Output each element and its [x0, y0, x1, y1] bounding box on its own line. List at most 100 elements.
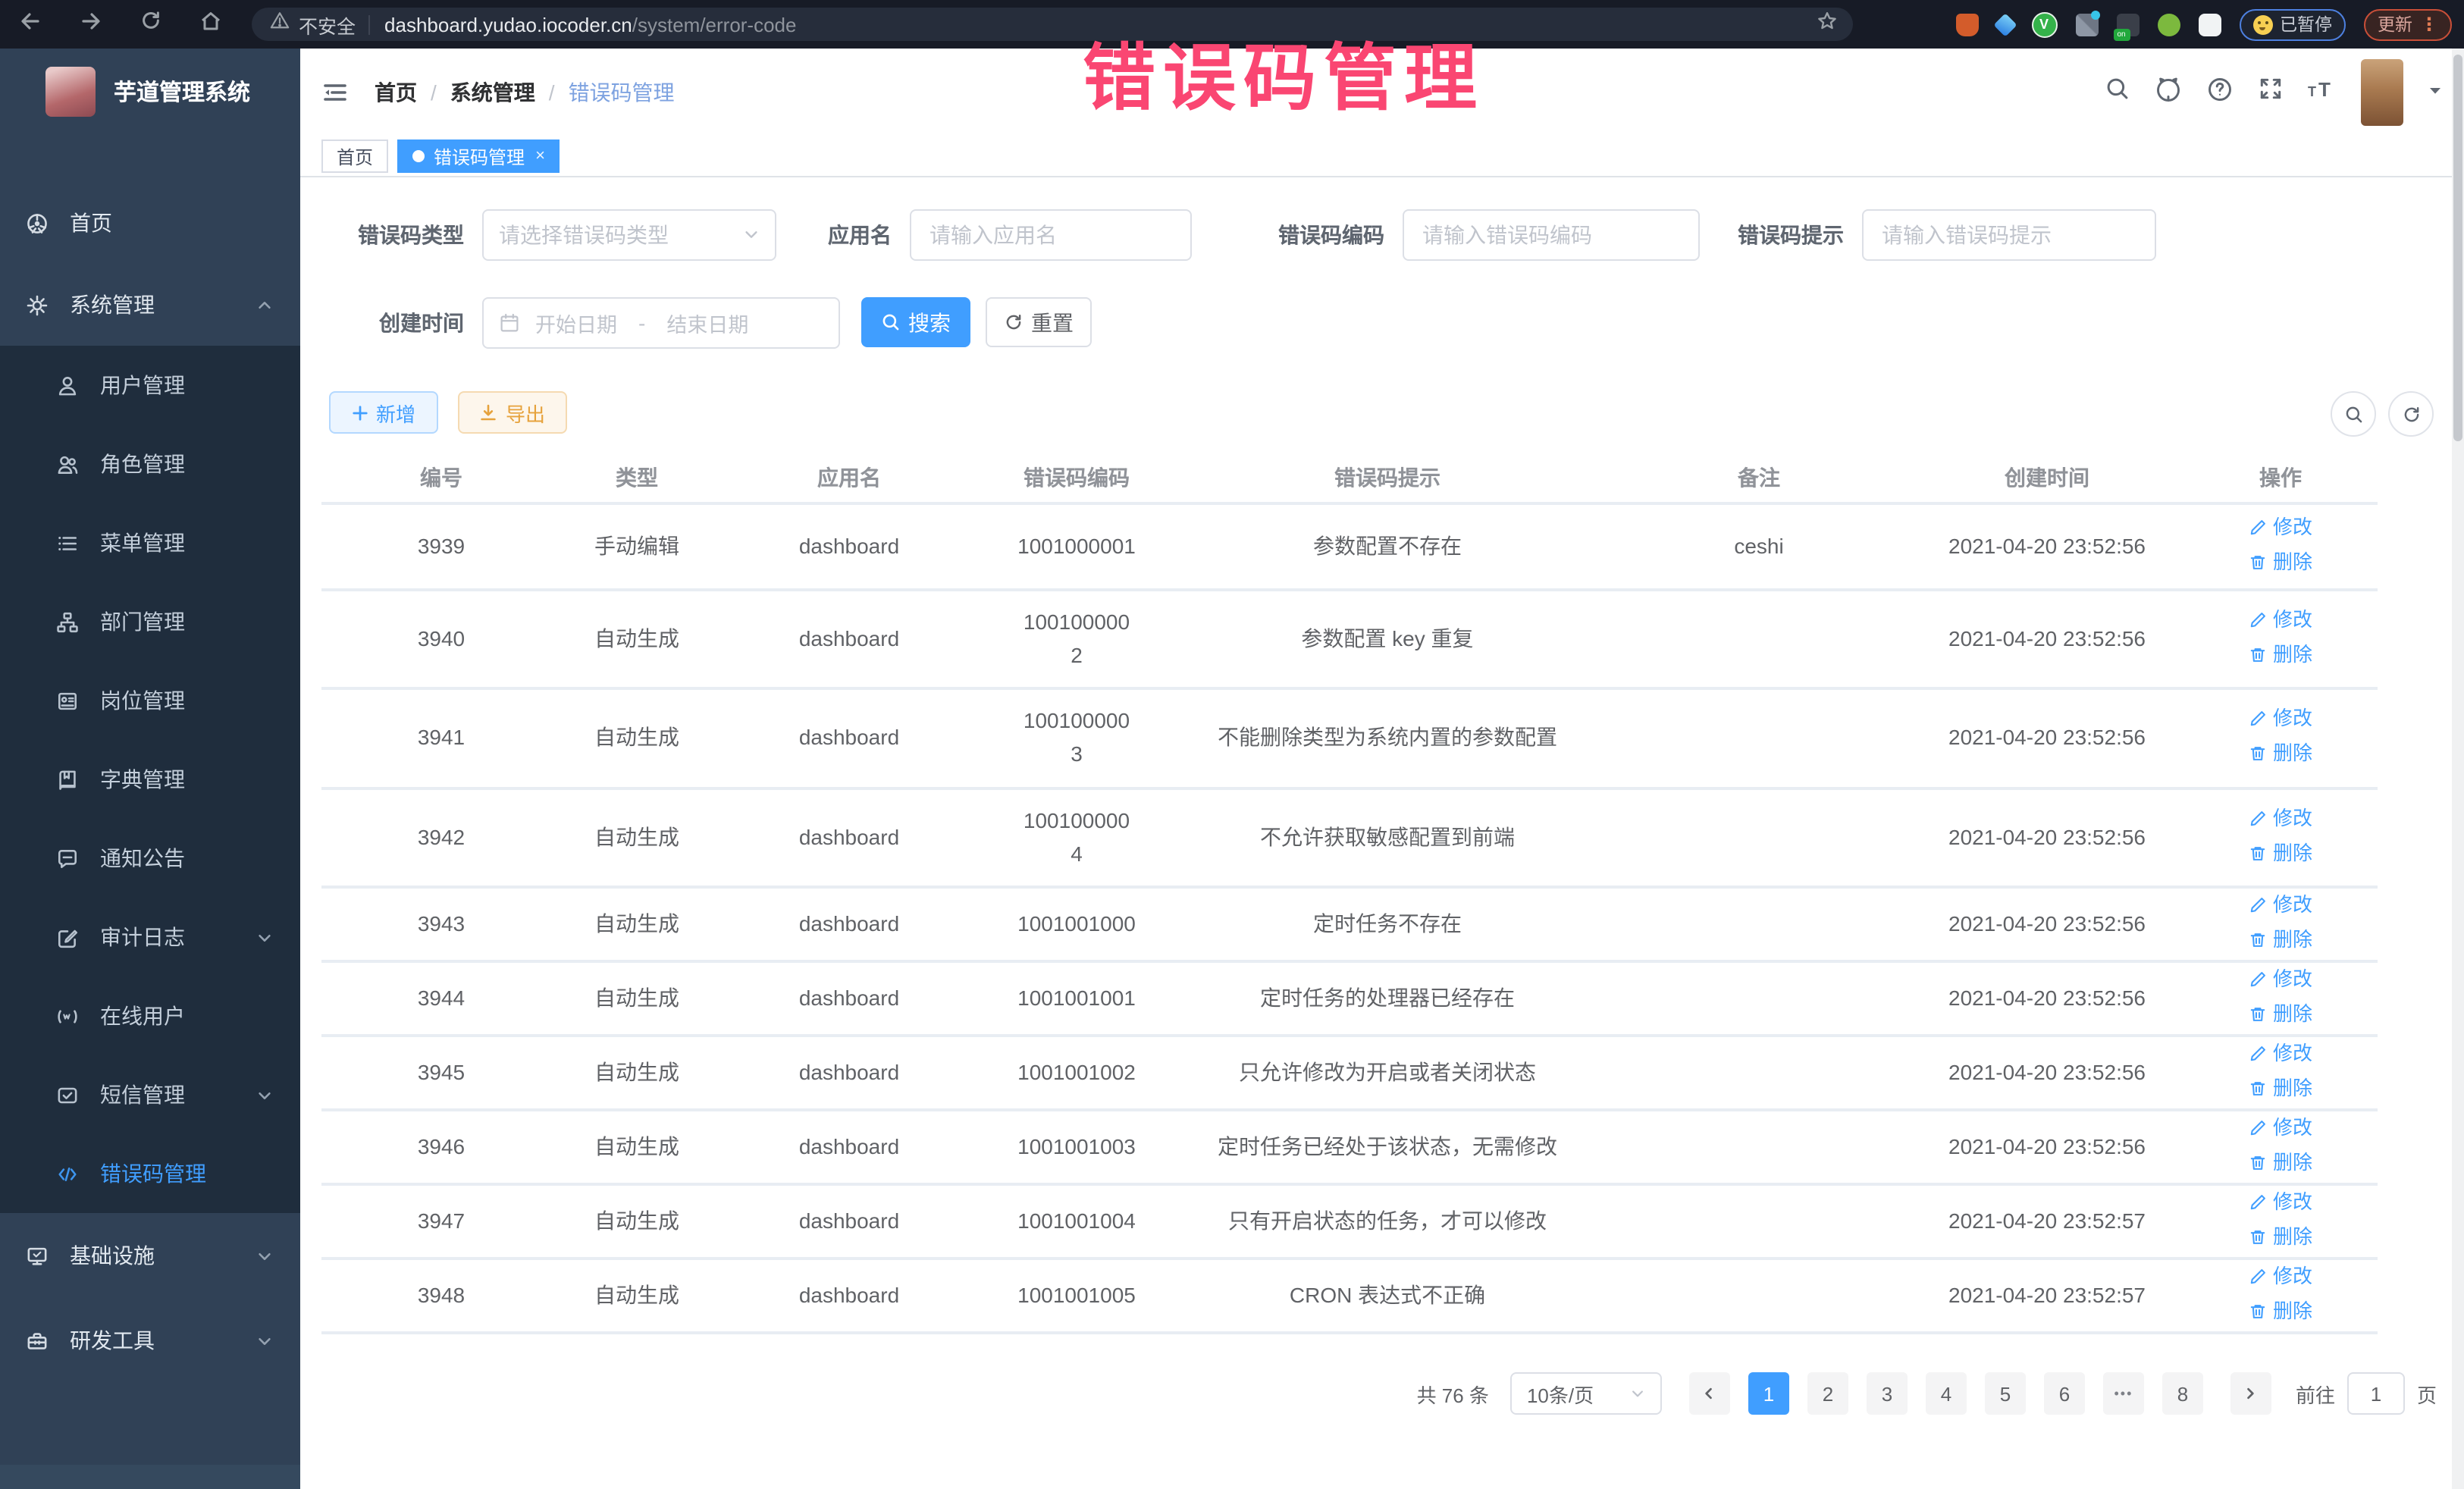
table-row[interactable]: 3948自动生成dashboard1001001005CRON 表达式不正确20… [321, 1259, 2378, 1333]
sidebar-item-5[interactable]: 部门管理 [0, 582, 300, 661]
extension-ublock-icon[interactable] [1955, 13, 1978, 36]
page-size-select[interactable]: 10条/页 [1510, 1372, 1662, 1415]
show-search-button[interactable] [2331, 391, 2376, 437]
fullscreen-icon[interactable] [2258, 76, 2284, 109]
security-label[interactable]: 不安全 [299, 10, 356, 39]
sidebar-item-13[interactable]: 基础设施 [0, 1213, 300, 1298]
bookmark-star-icon[interactable] [1817, 10, 1838, 39]
search-icon[interactable] [2105, 76, 2130, 109]
page-button-2[interactable]: 2 [1807, 1372, 1848, 1415]
edit-link[interactable]: 修改 [2249, 704, 2312, 735]
extension-gem-icon[interactable] [1992, 12, 2016, 36]
tab-error-code[interactable]: 错误码管理× [397, 139, 560, 173]
delete-link[interactable]: 删除 [2249, 1147, 2312, 1177]
sidebar-item-12[interactable]: 错误码管理 [0, 1134, 300, 1213]
cell-time: 2021-04-20 23:52:56 [1911, 961, 2183, 1036]
table-row[interactable]: 3940自动生成dashboard1001000002参数配置 key 重复20… [321, 590, 2378, 688]
close-tab-icon[interactable]: × [535, 147, 545, 165]
sidebar-item-14[interactable]: 研发工具 [0, 1298, 300, 1383]
forward-icon[interactable] [79, 8, 103, 40]
sidebar-item-8[interactable]: 通知公告 [0, 819, 300, 898]
profile-paused-badge[interactable]: 已暂停 [2239, 8, 2346, 40]
table-row[interactable]: 3941自动生成dashboard1001000003不能删除类型为系统内置的参… [321, 688, 2378, 788]
url-bar[interactable]: 不安全 dashboard.yudao.iocoder.cn/system/er… [252, 8, 1853, 41]
back-icon[interactable] [18, 8, 42, 40]
next-page-button[interactable] [2230, 1372, 2271, 1415]
search-button[interactable]: 搜索 [861, 297, 970, 347]
edit-link[interactable]: 修改 [2249, 1039, 2312, 1069]
add-button[interactable]: 新增 [329, 391, 438, 434]
delete-link[interactable]: 删除 [2249, 639, 2312, 669]
delete-link[interactable]: 删除 [2249, 738, 2312, 769]
more-pages-button[interactable]: ••• [2103, 1372, 2144, 1415]
delete-link[interactable]: 删除 [2249, 838, 2312, 868]
github-icon[interactable] [2155, 75, 2182, 110]
delete-link[interactable]: 删除 [2249, 1073, 2312, 1103]
page-button-6[interactable]: 6 [2044, 1372, 2085, 1415]
collapse-menu-icon[interactable] [321, 79, 349, 114]
page-scrollbar[interactable] [2452, 49, 2464, 1489]
sidebar-item-3[interactable]: 角色管理 [0, 425, 300, 503]
help-icon[interactable] [2206, 75, 2234, 110]
browser-menu-icon[interactable]: ⋮ [2420, 14, 2438, 35]
edit-link[interactable]: 修改 [2249, 964, 2312, 995]
extension-onoff-icon[interactable]: on [2116, 13, 2139, 36]
font-size-icon[interactable]: TT [2308, 76, 2337, 109]
edit-link[interactable]: 修改 [2249, 1262, 2312, 1292]
delete-link[interactable]: 删除 [2249, 547, 2312, 577]
edit-link[interactable]: 修改 [2249, 890, 2312, 920]
extension-person-icon[interactable] [2157, 13, 2180, 36]
page-button-3[interactable]: 3 [1867, 1372, 1908, 1415]
sidebar-item-1[interactable]: 系统管理 [0, 264, 300, 346]
page-button-4[interactable]: 4 [1926, 1372, 1967, 1415]
table-row[interactable]: 3939手动编辑dashboard1001000001参数配置不存在ceshi2… [321, 503, 2378, 590]
delete-link[interactable]: 删除 [2249, 1221, 2312, 1252]
edit-link[interactable]: 修改 [2249, 804, 2312, 834]
table-row[interactable]: 3943自动生成dashboard1001001000定时任务不存在2021-0… [321, 887, 2378, 961]
table-row[interactable]: 3946自动生成dashboard1001001003定时任务已经处于该状态，无… [321, 1110, 2378, 1184]
table-row[interactable]: 3945自动生成dashboard1001001002只允许修改为开启或者关闭状… [321, 1036, 2378, 1110]
date-range-picker[interactable]: 开始日期 - 结束日期 [482, 297, 840, 349]
scrollbar-thumb[interactable] [2453, 55, 2462, 441]
table-row[interactable]: 3942自动生成dashboard1001000004不允许获取敏感配置到前端2… [321, 788, 2378, 887]
extension-grid-icon[interactable] [2075, 13, 2098, 36]
extension-puzzle-icon[interactable] [2198, 13, 2221, 36]
sidebar-item-7[interactable]: 字典管理 [0, 740, 300, 819]
delete-link[interactable]: 删除 [2249, 924, 2312, 955]
page-button-5[interactable]: 5 [1985, 1372, 2026, 1415]
sidebar-item-6[interactable]: 岗位管理 [0, 661, 300, 740]
prev-page-button[interactable] [1689, 1372, 1730, 1415]
refresh-button[interactable] [2388, 391, 2434, 437]
sidebar-item-0[interactable]: 首页 [0, 182, 300, 264]
export-button[interactable]: 导出 [458, 391, 567, 434]
delete-link[interactable]: 删除 [2249, 1296, 2312, 1326]
sidebar-item-11[interactable]: 短信管理 [0, 1055, 300, 1134]
user-avatar[interactable] [2361, 59, 2403, 126]
delete-link[interactable]: 删除 [2249, 998, 2312, 1029]
sidebar-item-10[interactable]: 在线用户 [0, 976, 300, 1055]
app-logo[interactable]: 芋道管理系统 [0, 49, 300, 133]
edit-link[interactable]: 修改 [2249, 1113, 2312, 1143]
table-row[interactable]: 3944自动生成dashboard1001001001定时任务的处理器已经存在2… [321, 961, 2378, 1036]
breadcrumb-home[interactable]: 首页 [375, 77, 417, 108]
extension-v-icon[interactable]: V [2031, 11, 2057, 37]
sidebar-item-9[interactable]: 审计日志 [0, 898, 300, 976]
sidebar-item-2[interactable]: 用户管理 [0, 346, 300, 425]
app-name-input[interactable] [910, 209, 1192, 261]
reload-icon[interactable] [140, 9, 162, 39]
browser-update-button[interactable]: 更新⋮ [2364, 8, 2452, 40]
reset-button[interactable]: 重置 [986, 297, 1092, 347]
edit-link[interactable]: 修改 [2249, 605, 2312, 635]
edit-link[interactable]: 修改 [2249, 513, 2312, 543]
error-message-input[interactable] [1862, 209, 2156, 261]
sidebar-item-4[interactable]: 菜单管理 [0, 503, 300, 582]
home-icon[interactable] [199, 8, 223, 40]
page-button-8[interactable]: 8 [2162, 1372, 2203, 1415]
tab-home[interactable]: 首页 [321, 139, 388, 173]
breadcrumb-system[interactable]: 系统管理 [450, 77, 535, 108]
goto-page-input[interactable] [2347, 1372, 2405, 1415]
table-row[interactable]: 3947自动生成dashboard1001001004只有开启状态的任务，才可以… [321, 1184, 2378, 1259]
edit-link[interactable]: 修改 [2249, 1187, 2312, 1218]
page-button-1[interactable]: 1 [1748, 1372, 1789, 1415]
chevron-down-icon[interactable] [2428, 79, 2443, 106]
